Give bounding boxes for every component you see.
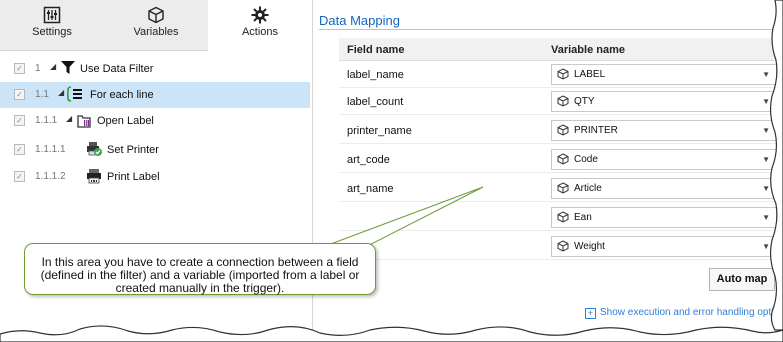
tree-item-number: 1.1	[35, 89, 49, 100]
variables-icon	[148, 6, 164, 24]
tree-item-number: 1	[35, 63, 41, 74]
panel-tabs: Settings Variables Actions	[0, 0, 312, 51]
variable-value: Ean	[574, 212, 592, 223]
expand-plus-icon: +	[585, 308, 596, 319]
variable-icon	[557, 240, 569, 252]
field-name: label_name	[347, 69, 404, 81]
tab-settings[interactable]: Settings	[0, 0, 104, 50]
variable-value: Article	[574, 183, 602, 194]
tree-checkbox[interactable]: ✓	[14, 171, 25, 182]
variable-value: QTY	[574, 96, 595, 107]
tree-item-use-data-filter[interactable]: ✓ 1 ◢ Use Data Filter	[0, 56, 310, 82]
tree-item-print-label[interactable]: ✓ 1.1.1.2 Print Label	[0, 164, 310, 190]
mapping-row: label_name LABEL ▼	[339, 61, 783, 88]
tree-item-set-printer[interactable]: ✓ 1.1.1.1 Set Printer	[0, 137, 310, 163]
tree-checkbox[interactable]: ✓	[14, 89, 25, 100]
variable-dropdown[interactable]: LABEL ▼	[551, 64, 777, 85]
collapse-triangle-icon[interactable]: ◢	[58, 88, 64, 97]
mapping-row: printer_name PRINTER ▼	[339, 117, 783, 144]
tabs-divider	[0, 50, 208, 51]
chevron-down-icon: ▼	[762, 126, 770, 135]
show-execution-options-link[interactable]: + Show execution and error handling optio…	[585, 307, 783, 319]
variable-dropdown[interactable]: Code ▼	[551, 149, 777, 170]
collapse-triangle-icon[interactable]: ◢	[50, 62, 56, 71]
variable-value: Code	[574, 154, 598, 165]
chevron-down-icon: ▼	[762, 97, 770, 106]
chevron-down-icon: ▼	[762, 213, 770, 222]
tab-actions[interactable]: Actions	[208, 0, 312, 50]
callout-line: created manually in the trigger).	[115, 281, 285, 295]
tree-item-open-label[interactable]: ✓ 1.1.1 ◢ Open Label	[0, 108, 310, 134]
auto-map-button[interactable]: Auto map	[709, 268, 775, 291]
variable-icon	[557, 95, 569, 107]
mapping-row: art_code Code ▼	[339, 146, 783, 173]
field-name: art_name	[347, 183, 394, 195]
variable-dropdown[interactable]: Article ▼	[551, 178, 777, 199]
variable-value: PRINTER	[574, 125, 618, 136]
section-title: Data Mapping	[319, 13, 400, 28]
tree-item-label: Print Label	[107, 171, 160, 183]
tree-item-number: 1.1.1.2	[35, 171, 66, 182]
variable-icon	[557, 211, 569, 223]
tree-checkbox[interactable]: ✓	[14, 63, 25, 74]
tab-actions-label: Actions	[241, 26, 279, 38]
collapse-triangle-icon[interactable]: ◢	[66, 114, 72, 123]
column-header-field-name: Field name	[347, 44, 405, 56]
variable-dropdown[interactable]: PRINTER ▼	[551, 120, 777, 141]
mapping-table-header: Field name Variable name	[339, 38, 783, 61]
variable-icon	[557, 153, 569, 165]
tree-item-label: Set Printer	[107, 144, 159, 156]
mapping-row: label_count QTY ▼	[339, 88, 783, 115]
show-execution-label: Show execution and error handling option…	[600, 307, 783, 318]
variable-dropdown[interactable]: QTY ▼	[551, 91, 777, 112]
tree-item-for-each-line[interactable]: ✓ 1.1 ◢ For each line	[0, 82, 310, 108]
tree-item-label: Use Data Filter	[80, 63, 154, 75]
open-label-icon	[77, 115, 91, 128]
chevron-down-icon: ▼	[762, 155, 770, 164]
tree-checkbox[interactable]: ✓	[14, 144, 25, 155]
chevron-down-icon: ▼	[762, 70, 770, 79]
chevron-down-icon: ▼	[762, 242, 770, 251]
tree-checkbox[interactable]: ✓	[14, 115, 25, 126]
print-label-icon	[87, 169, 101, 184]
field-name: printer_name	[347, 125, 412, 137]
variable-value: LABEL	[574, 69, 606, 80]
mapping-row: art_name Article ▼	[339, 175, 783, 202]
field-name: art_code	[347, 154, 390, 166]
tree-item-number: 1.1.1	[35, 115, 58, 126]
tree-item-number: 1.1.1.1	[35, 144, 66, 155]
filter-icon	[61, 61, 75, 74]
field-name: label_count	[347, 96, 404, 108]
set-printer-icon	[87, 142, 102, 156]
variable-icon	[557, 182, 569, 194]
section-title-underline	[319, 29, 783, 30]
variable-value: Weight	[574, 241, 605, 252]
variable-icon	[557, 124, 569, 136]
help-callout: In this area you have to create a connec…	[24, 243, 376, 295]
variable-dropdown[interactable]: Weight ▼	[551, 236, 777, 257]
settings-icon	[43, 6, 61, 24]
for-each-line-icon	[67, 86, 82, 102]
tree-item-label: For each line	[90, 89, 154, 101]
tab-variables[interactable]: Variables	[104, 0, 208, 50]
tab-variables-label: Variables	[133, 26, 179, 38]
tree-item-label: Open Label	[97, 115, 154, 127]
data-mapping-panel: Data Mapping Field name Variable name la…	[313, 0, 783, 342]
tab-settings-label: Settings	[32, 26, 72, 38]
mapping-row: Ean ▼	[339, 204, 783, 231]
column-header-variable-name: Variable name	[551, 44, 625, 56]
variable-dropdown[interactable]: Ean ▼	[551, 207, 777, 228]
variable-icon	[557, 68, 569, 80]
actions-gear-icon	[251, 6, 269, 24]
chevron-down-icon: ▼	[762, 184, 770, 193]
mapping-row: Weight ▼	[339, 233, 783, 260]
